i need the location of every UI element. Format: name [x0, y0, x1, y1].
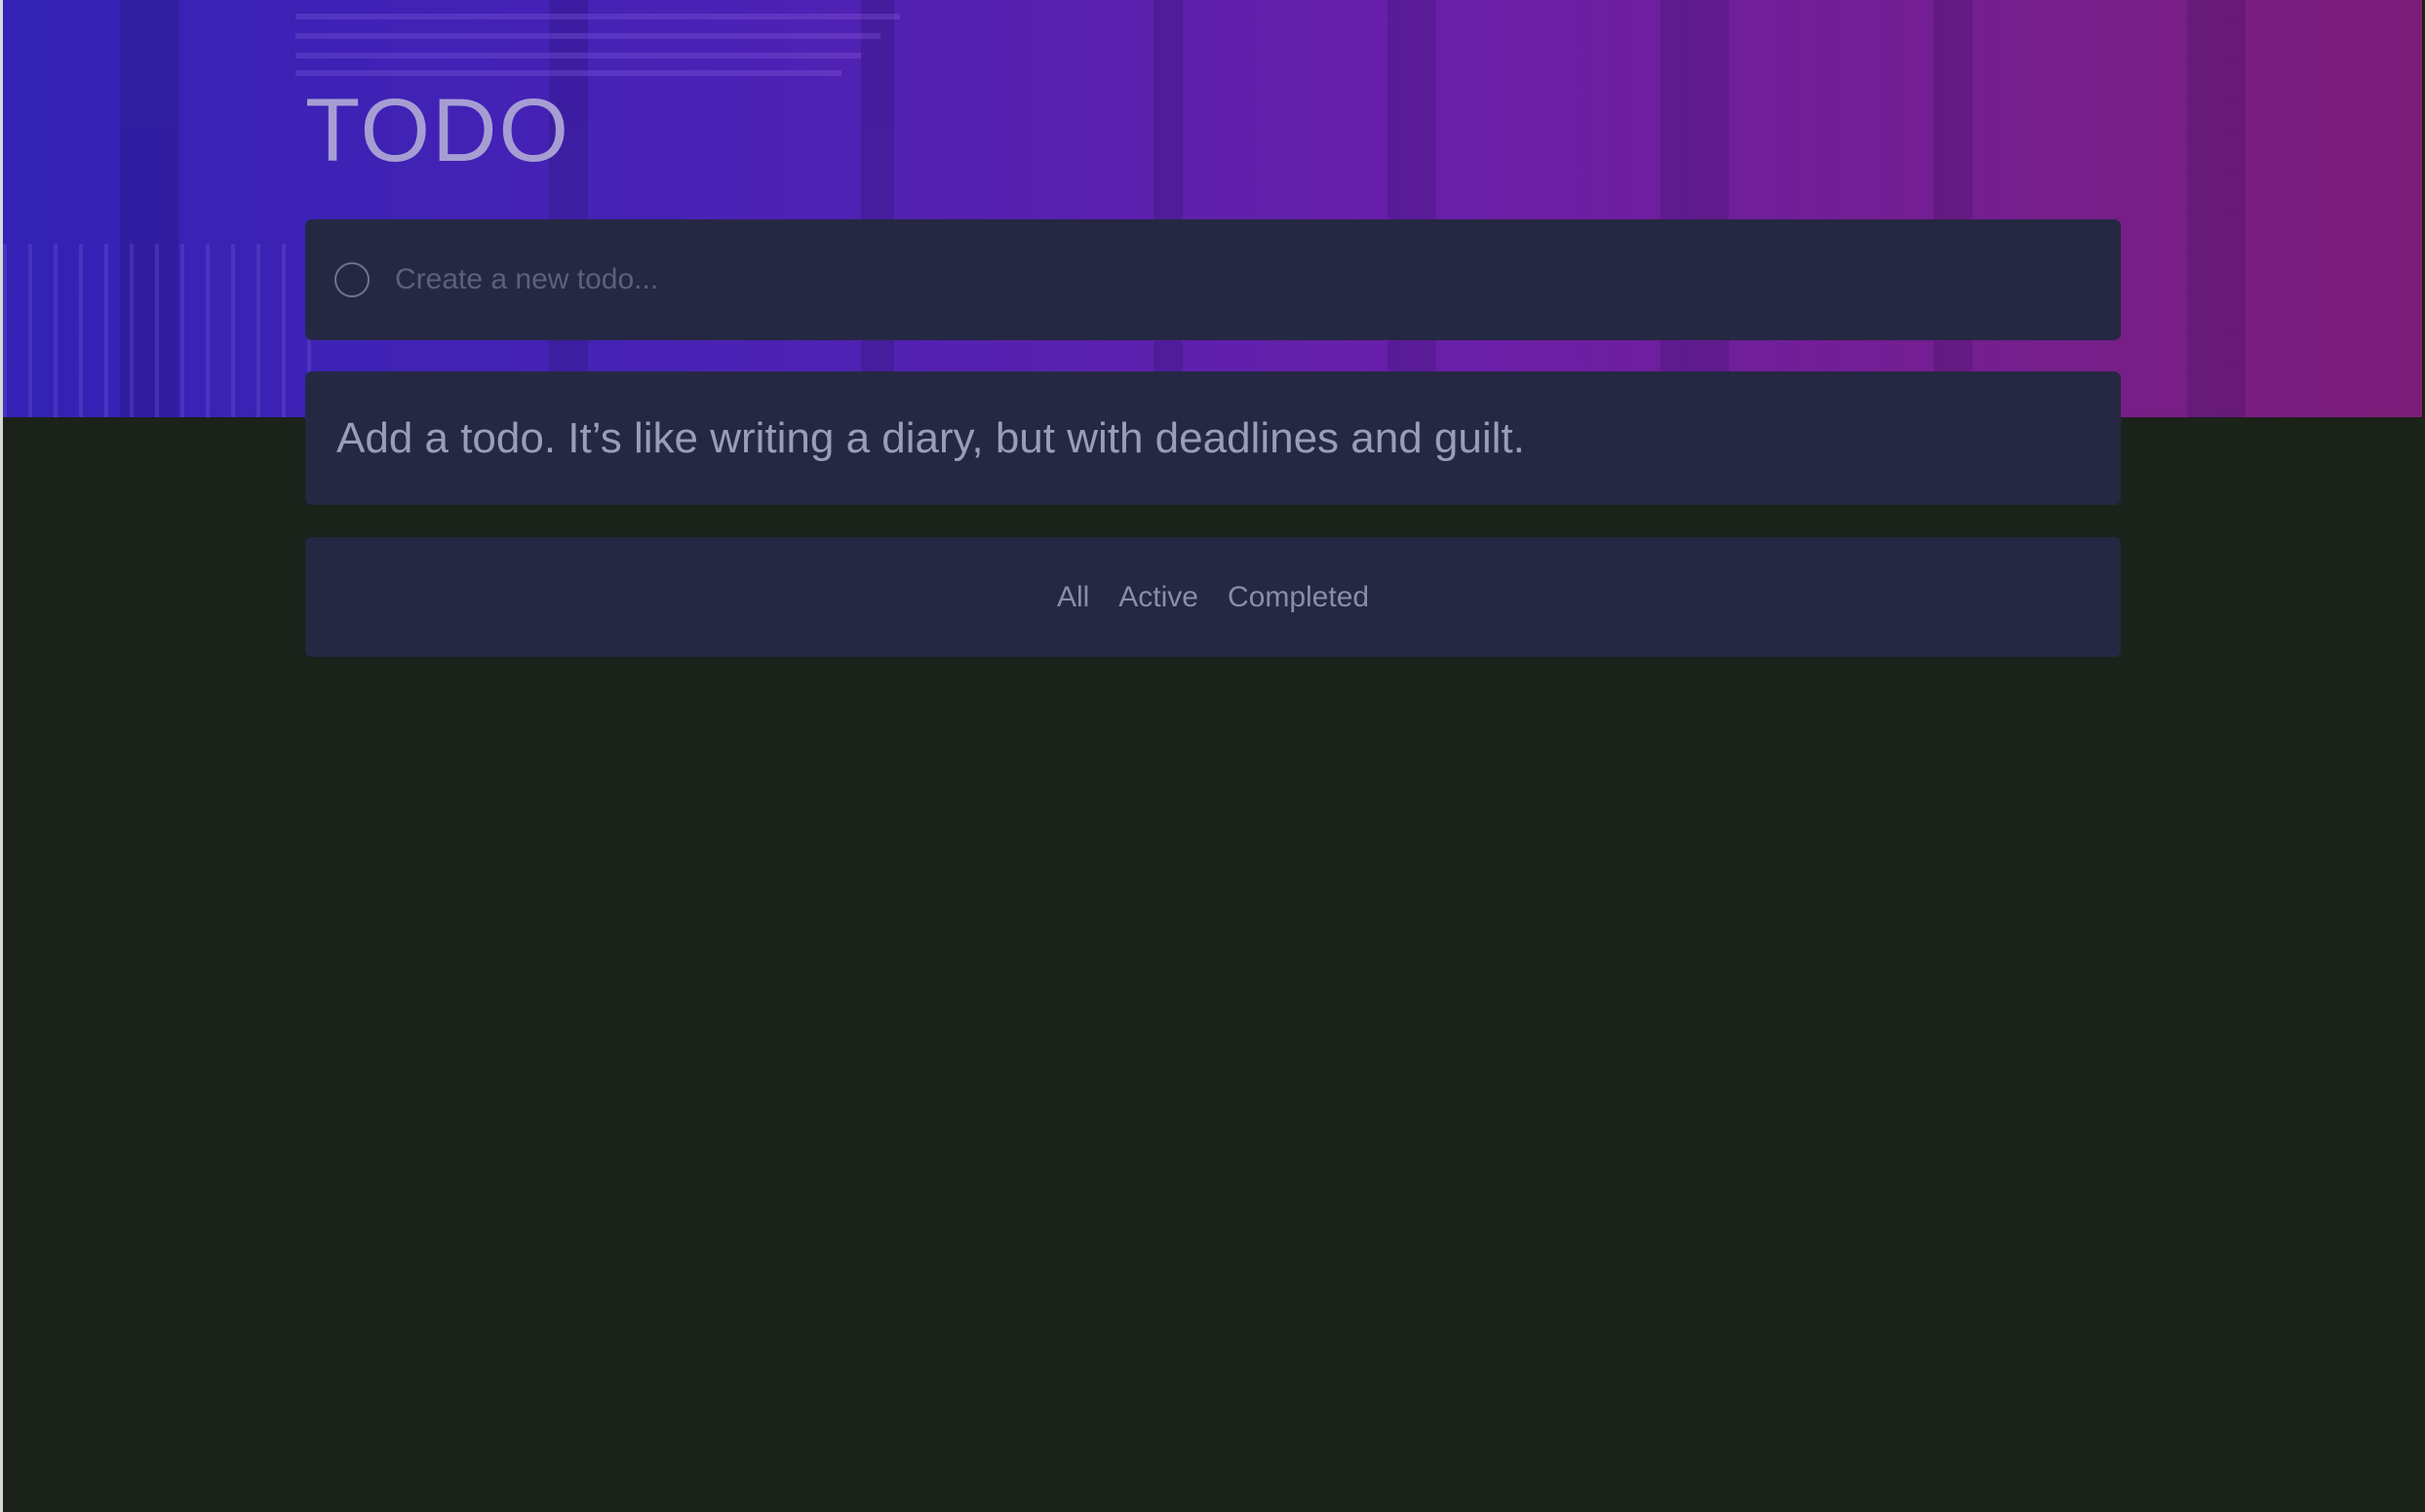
filter-active-button[interactable]: Active — [1118, 581, 1198, 614]
filter-all-button[interactable]: All — [1057, 581, 1089, 614]
filter-bar: All Active Completed — [305, 537, 2121, 657]
empty-state-card: Add a todo. It’s like writing a diary, b… — [305, 371, 2121, 505]
filter-completed-button[interactable]: Completed — [1228, 581, 1369, 614]
page: TODO Add a todo. It’s like writing a dia… — [0, 0, 2425, 1512]
hero-banner-image — [3, 0, 2422, 417]
empty-circle-icon[interactable] — [334, 262, 370, 297]
new-todo-bar — [305, 219, 2121, 340]
hero-photo-overlay — [3, 0, 2422, 417]
new-todo-input[interactable] — [395, 263, 2053, 296]
empty-state-message: Add a todo. It’s like writing a diary, b… — [336, 413, 1525, 462]
app-title: TODO — [305, 81, 571, 180]
